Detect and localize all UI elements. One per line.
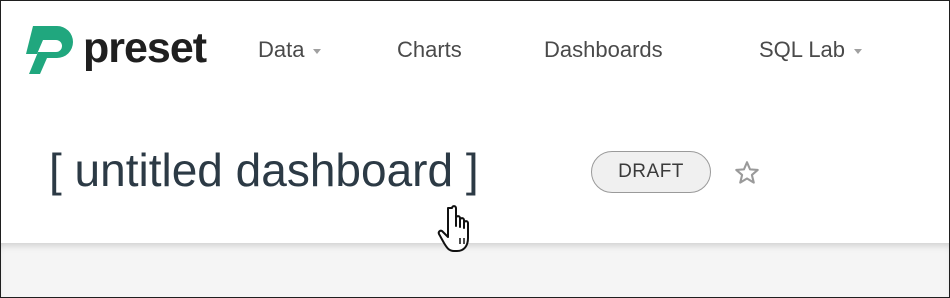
top-navbar: preset Data Charts Dashboards SQL Lab <box>1 1 949 99</box>
app-window: preset Data Charts Dashboards SQL Lab [ … <box>0 0 950 298</box>
nav-item-dashboards[interactable]: Dashboards <box>544 33 663 67</box>
nav-item-data[interactable]: Data <box>258 33 322 67</box>
hand-pointer-icon <box>437 205 469 252</box>
status-badge-label: DRAFT <box>618 161 684 182</box>
status-badge[interactable]: DRAFT <box>591 151 711 193</box>
nav-item-label: SQL Lab <box>759 37 846 62</box>
caret-down-icon <box>854 49 863 54</box>
preset-logo-icon <box>26 26 73 74</box>
brand-name: preset <box>83 23 207 72</box>
nav-item-label: Dashboards <box>544 37 663 62</box>
caret-down-icon <box>313 49 322 54</box>
dashboard-title[interactable]: [ untitled dashboard ] <box>49 147 479 193</box>
brand-logo[interactable]: preset <box>23 19 207 79</box>
nav-item-sql-lab[interactable]: SQL Lab <box>759 33 863 67</box>
nav-item-label: Data <box>258 37 305 62</box>
nav-item-charts[interactable]: Charts <box>397 33 462 67</box>
nav-item-label: Charts <box>397 37 462 62</box>
star-outline-icon[interactable] <box>733 159 761 187</box>
